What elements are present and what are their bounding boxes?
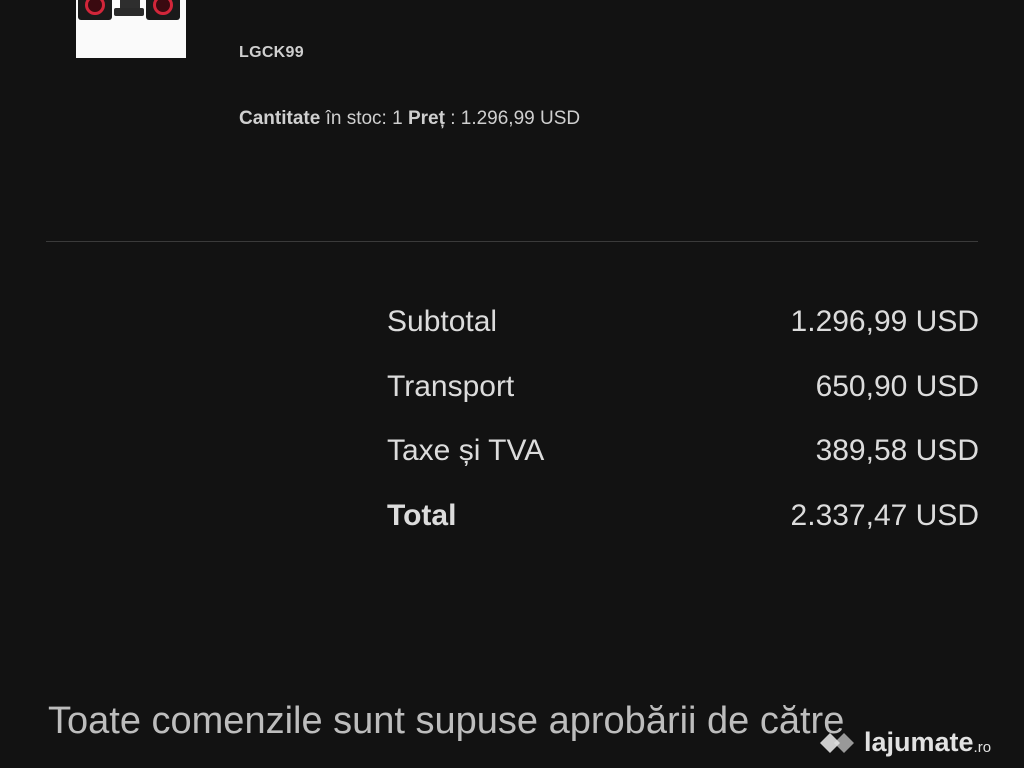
section-divider <box>46 241 978 242</box>
watermark: lajumate .ro <box>814 722 991 762</box>
stereo-unit-top-shape <box>120 0 140 8</box>
stock-price-line: Cantitate în stoc: 1 Preț : 1.296,99 USD <box>239 108 580 130</box>
right-speaker-shape <box>146 0 180 20</box>
taxes-value: 389,58 USD <box>815 434 979 467</box>
order-summary-screen: LGCK99 Cantitate în stoc: 1 Preț : 1.296… <box>0 0 1024 768</box>
price-label: Preț <box>407 108 445 129</box>
transport-value: 650,90 USD <box>815 369 979 403</box>
subtotal-row: Subtotal 1.296,99 USD <box>387 305 979 370</box>
stock-value: în stoc: 1 <box>320 108 408 129</box>
stock-label: Cantitate <box>239 108 321 129</box>
total-value: 2.337,47 USD <box>790 498 979 532</box>
transport-row: Transport 650,90 USD <box>387 370 979 435</box>
total-row: Total 2.337,47 USD <box>387 499 979 564</box>
subtotal-value: 1.296,99 USD <box>790 305 979 338</box>
watermark-text: lajumate <box>864 726 974 757</box>
watermark-suffix: .ro <box>973 738 992 756</box>
order-approval-notice: Toate comenzile sunt supuse aprobării de… <box>48 700 845 742</box>
transport-label: Transport <box>387 369 515 403</box>
taxes-label: Taxe și TVA <box>387 434 545 467</box>
stereo-unit-shape <box>114 8 144 16</box>
price-value: : 1.296,99 USD <box>444 108 581 129</box>
order-totals: Subtotal 1.296,99 USD Transport 650,90 U… <box>387 305 979 563</box>
product-sku: LGCK99 <box>239 44 304 61</box>
lajumate-logo-icon <box>820 733 854 753</box>
total-label: Total <box>387 498 457 532</box>
subtotal-label: Subtotal <box>387 305 498 338</box>
product-image[interactable] <box>76 0 186 58</box>
left-speaker-shape <box>78 0 112 20</box>
taxes-row: Taxe și TVA 389,58 USD <box>387 434 979 499</box>
